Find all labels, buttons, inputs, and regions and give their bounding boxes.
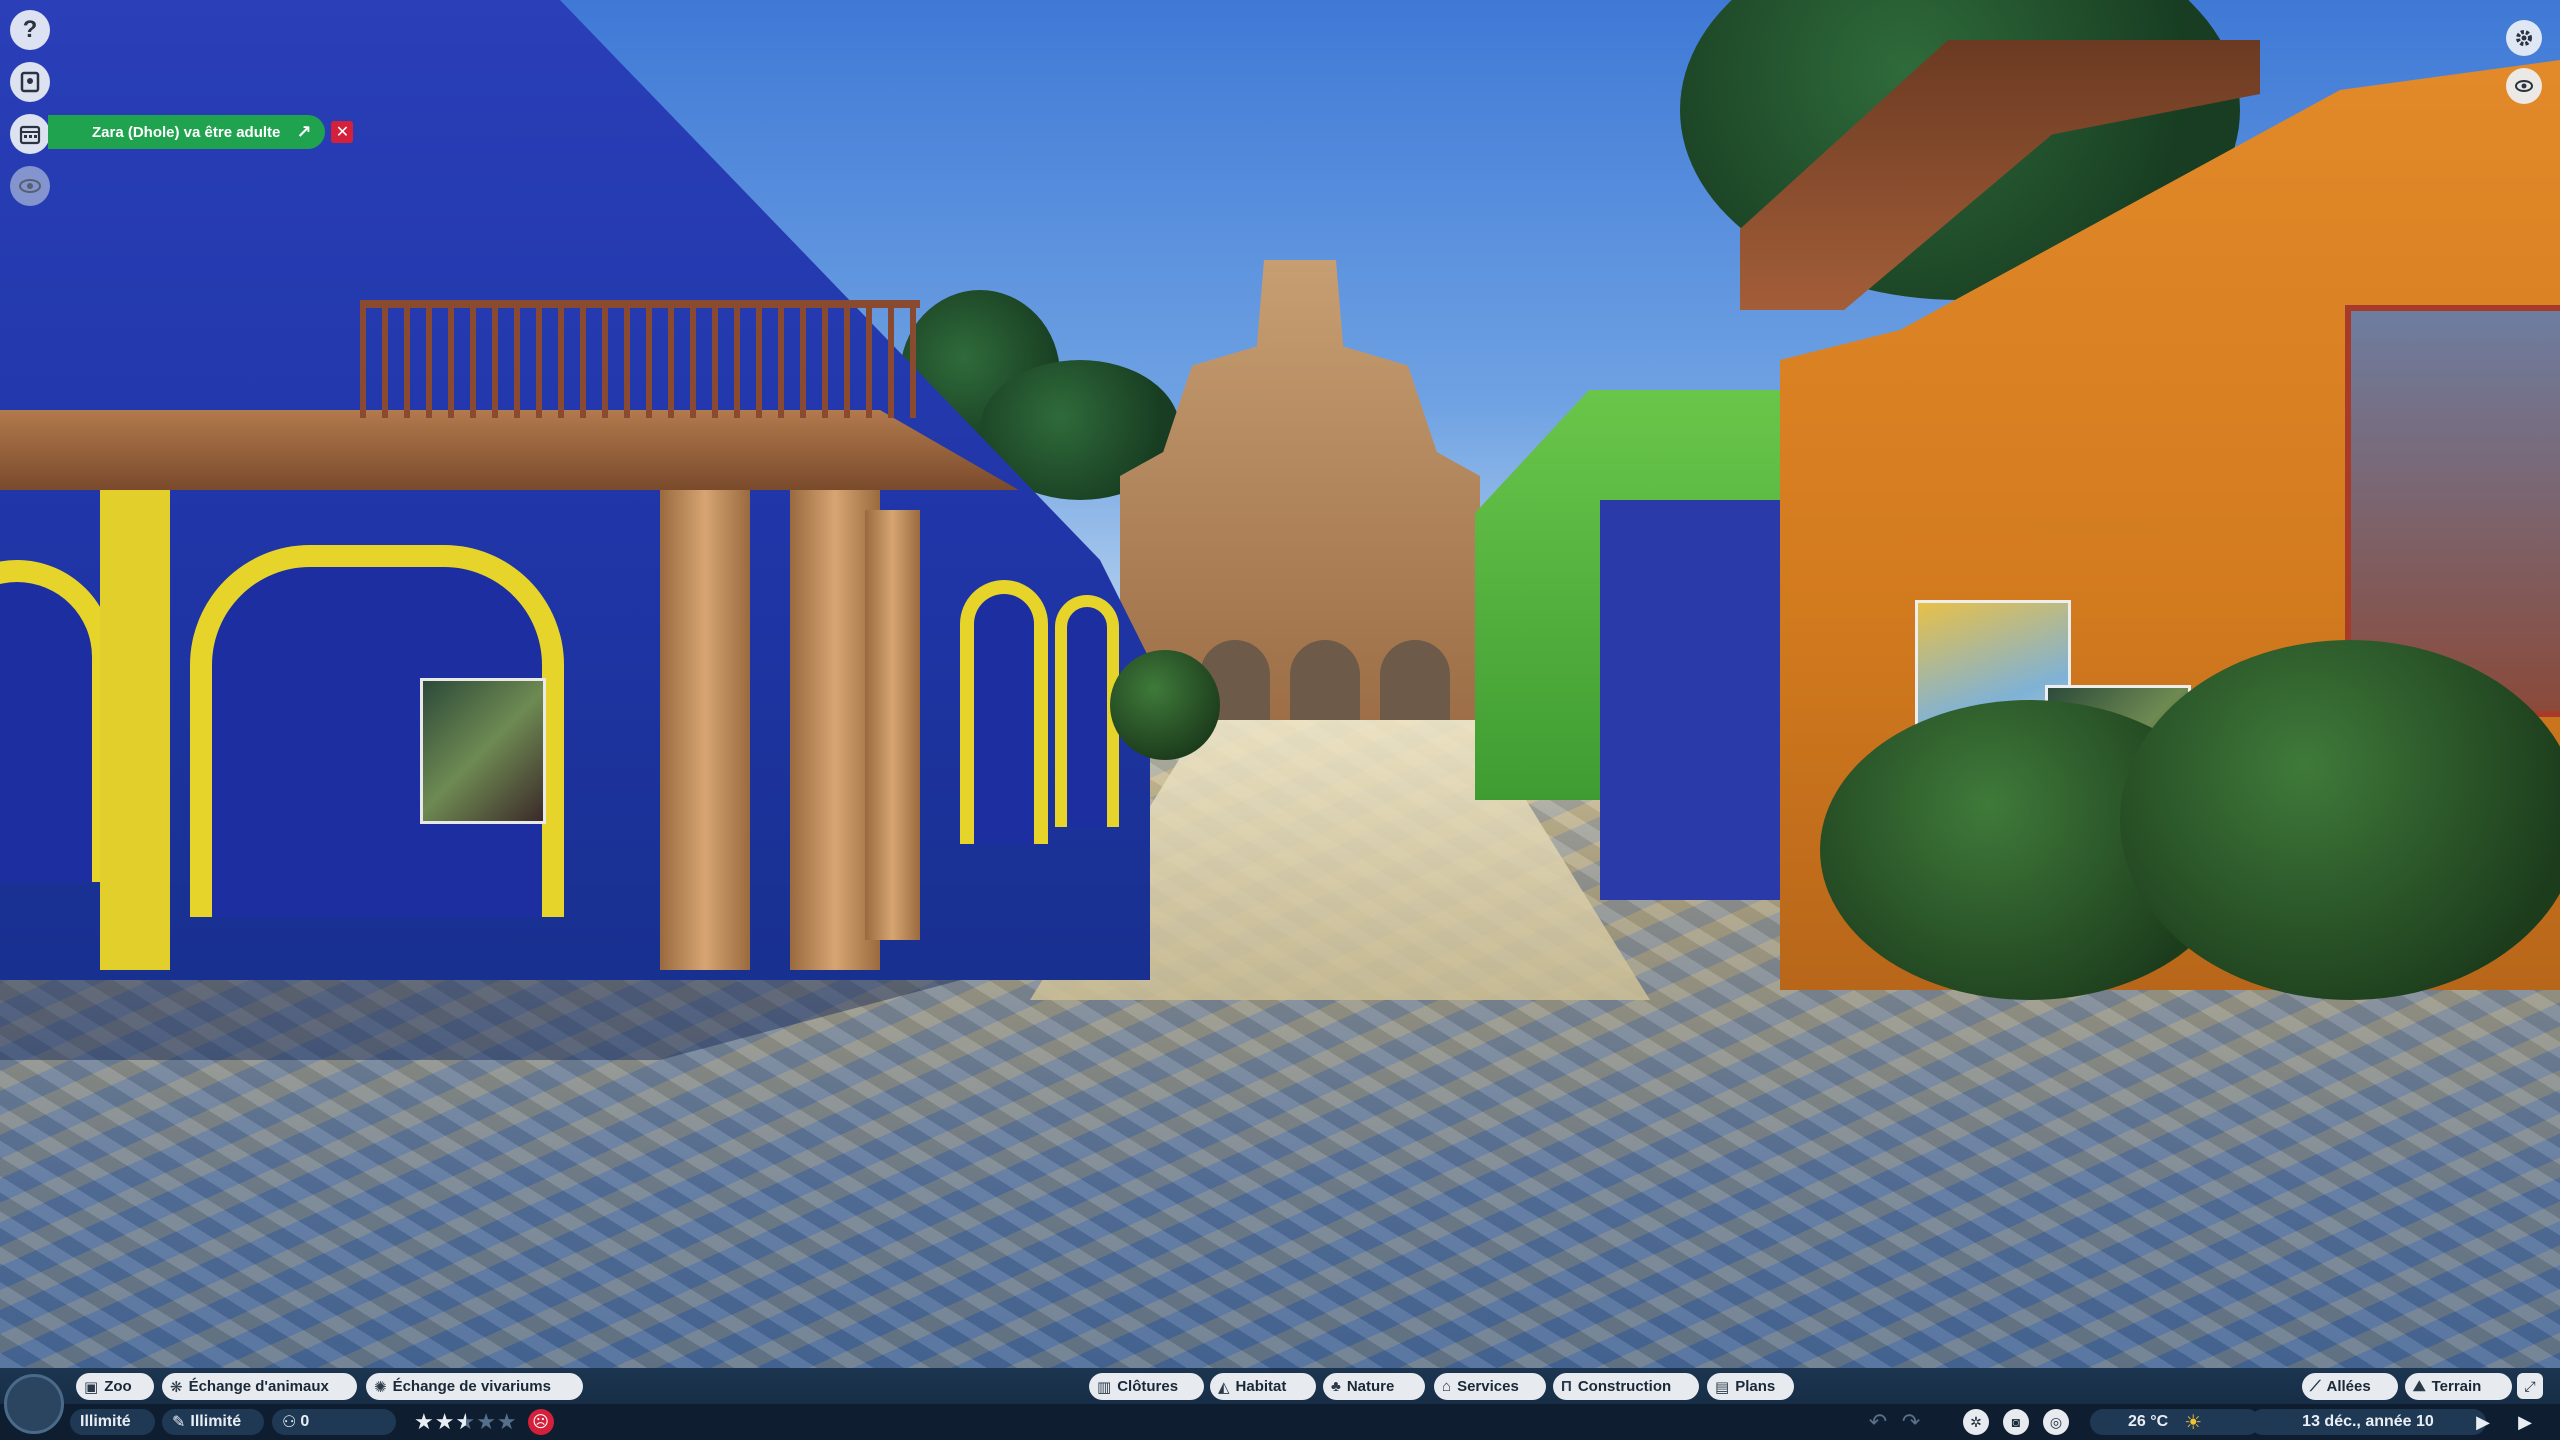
fast-forward-button[interactable]: ▶ [2512,1409,2538,1435]
build-menu-row: ▣ Zoo ❋ Échange d'animaux ✺ Échange de v… [0,1368,2560,1404]
camera-icon: ◙ [2011,1414,2021,1430]
tab-label: Allées [2326,1378,2371,1395]
help-icon: ? [22,16,38,43]
photo-mode-button[interactable]: ✲ [1963,1409,1989,1435]
yellow-arch [960,580,1048,844]
stone-pillar [660,490,750,970]
close-icon: ✕ [335,124,350,141]
tab-label: Échange de vivariums [392,1378,551,1395]
redo-button[interactable]: ↷ [1898,1409,1924,1435]
money-value: Illimité [80,1413,131,1430]
bottom-bar: ▣ Zoo ❋ Échange d'animaux ✺ Échange de v… [0,1368,2560,1440]
tab-habitat[interactable]: ◭ Habitat [1210,1373,1316,1400]
tab-label: Construction [1577,1378,1672,1395]
eye-settings-icon [2515,80,2533,92]
path-icon: ⟋ [2310,1378,2321,1395]
pillar-icon: Π [1561,1378,1572,1395]
yellow-arch [0,560,114,882]
expand-menu-button[interactable]: ⤢ [2517,1373,2543,1399]
calendar-icon [19,125,41,145]
settings-button[interactable] [2506,20,2542,56]
view-options-button[interactable] [2506,68,2542,104]
bush [1110,650,1220,760]
date-display[interactable]: 13 déc., année 10 [2250,1409,2486,1435]
zoo-icon: ▣ [84,1378,99,1396]
sad-face-icon: ☹ [527,1409,554,1435]
undo-button[interactable]: ↶ [1865,1409,1891,1435]
sun-icon: ☀ [2184,1411,2203,1434]
tab-paths[interactable]: ⟋ Allées [2302,1373,2398,1400]
research-display[interactable]: ✎ Illimité [162,1409,264,1435]
stone-pillar [865,510,920,940]
visibility-button[interactable] [10,166,50,206]
right-toolbar [2506,20,2550,116]
bush [2120,640,2560,1000]
tab-label: Plans [1735,1378,1776,1395]
yellow-pillar [100,490,170,970]
tab-terrain[interactable]: ⛰ Terrain [2405,1373,2512,1400]
camera-button[interactable]: ◙ [2003,1409,2029,1435]
zoo-rating[interactable]: ★★★★★★ ☹ [404,1409,574,1435]
blueprint-icon: ▤ [1715,1378,1730,1396]
guests-icon: ⚇ [282,1414,297,1431]
camera-reset-button[interactable] [4,1374,64,1434]
habitat-icon: ◭ [1218,1378,1230,1396]
fence-icon: ▥ [1097,1378,1112,1396]
tab-label: Zoo [104,1378,132,1395]
tab-label: Terrain [2431,1378,2482,1395]
rating-stars: ★★★★★★ [414,1409,518,1434]
eye-icon [19,179,41,193]
tab-label: Nature [1346,1378,1395,1395]
game-viewport[interactable] [0,0,2560,1440]
notification[interactable]: Zara (Dhole) va être adulte ↗ ✕ [48,115,354,149]
bug-icon: ✺ [374,1378,387,1396]
status-row: Illimité ✎ Illimité ⚇ 0 ★★★★★★ ☹ ↶ ↷ ✲ ◙… [0,1404,2560,1440]
play-icon: ▶ [2476,1411,2490,1432]
weather-display[interactable]: 26 °C ☀ [2090,1409,2260,1435]
guests-value: 0 [300,1413,310,1430]
terrain-icon: ⛰ [2413,1378,2426,1395]
guests-display[interactable]: ⚇ 0 [272,1409,396,1435]
expand-icon: ⤢ [2524,1377,2536,1394]
temperature-value: 26 °C [2128,1413,2169,1430]
left-toolbar: ? [10,10,54,218]
tab-vivarium-exchange[interactable]: ✺ Échange de vivariums [366,1373,583,1400]
redo-icon: ↷ [1901,1409,1921,1434]
undo-icon: ↶ [1868,1409,1888,1434]
notification-text: Zara (Dhole) va être adulte [92,123,281,141]
tab-barriers[interactable]: ▥ Clôtures [1089,1373,1204,1400]
tab-zoo[interactable]: ▣ Zoo [76,1373,154,1400]
play-button[interactable]: ▶ [2470,1409,2496,1435]
close-notification-button[interactable]: ✕ [331,121,354,143]
shop-icon: ⌂ [1442,1378,1452,1395]
notification-pill[interactable]: Zara (Dhole) va être adulte ↗ [48,115,326,149]
tab-animal-exchange[interactable]: ❋ Échange d'animaux [162,1373,357,1400]
paw-icon: ❋ [170,1378,183,1396]
tab-construction[interactable]: Π Construction [1553,1373,1699,1400]
tab-facilities[interactable]: ⌂ Services [1434,1373,1546,1400]
tab-label: Échange d'animaux [188,1378,329,1395]
heatmap-icon: ◎ [2049,1413,2063,1430]
external-link-icon[interactable]: ↗ [296,122,311,143]
heatmap-button[interactable]: ◎ [2043,1409,2069,1435]
tab-nature[interactable]: ♣ Nature [1323,1373,1425,1400]
tree-icon: ♣ [1331,1378,1341,1395]
tab-label: Clôtures [1117,1378,1179,1395]
money-display[interactable]: Illimité [70,1409,155,1435]
balcony-railing [360,300,920,418]
aperture-icon: ✲ [1970,1413,1982,1430]
gear-icon [2516,30,2532,46]
help-button[interactable]: ? [10,10,50,50]
research-icon: ✎ [172,1414,186,1431]
tab-label: Services [1457,1378,1519,1395]
date-value: 13 déc., année 10 [2302,1413,2434,1430]
zoopedia-button[interactable] [10,62,50,102]
research-value: Illimité [190,1413,242,1430]
fast-forward-icon: ▶ [2518,1411,2532,1432]
crocodile-poster [420,678,546,824]
calendar-button[interactable] [10,114,50,154]
tab-blueprints[interactable]: ▤ Plans [1707,1373,1794,1400]
tab-label: Habitat [1235,1378,1287,1395]
zoopedia-icon [20,71,40,93]
